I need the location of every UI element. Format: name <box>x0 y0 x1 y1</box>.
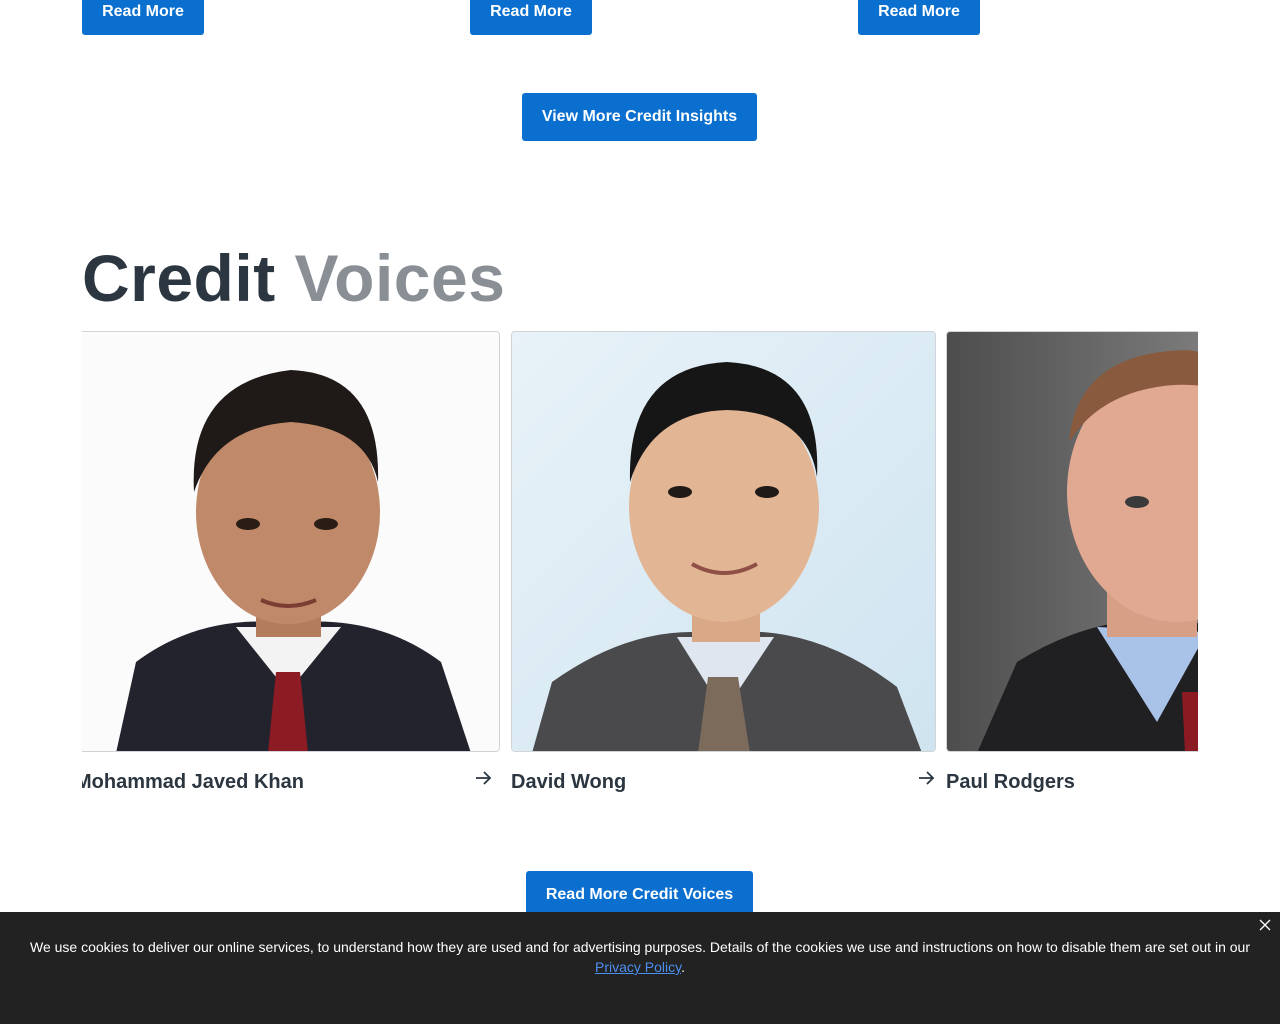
read-more-button[interactable]: Read More <box>82 0 204 35</box>
portrait-image <box>947 332 1198 751</box>
portrait-image <box>82 332 499 751</box>
person-photo[interactable] <box>511 331 936 752</box>
person-name[interactable]: Mohammad Javed Khan <box>82 771 304 794</box>
page: Read More Read More Read More View More … <box>0 0 1280 1024</box>
person-name[interactable]: David Wong <box>511 771 626 794</box>
cookie-message-suffix: . <box>681 959 685 975</box>
portrait-image <box>512 332 935 751</box>
read-more-button[interactable]: Read More <box>470 0 592 35</box>
section-title: Credit Voices <box>82 240 505 316</box>
section-title-part2: Voices <box>294 241 506 315</box>
privacy-policy-link[interactable]: Privacy Policy <box>595 959 681 975</box>
cookie-message-text: We use cookies to deliver our online ser… <box>30 939 1250 955</box>
section-title-part1: Credit <box>82 241 276 315</box>
cookie-banner: We use cookies to deliver our online ser… <box>0 912 1280 1024</box>
voice-card[interactable]: David Wong <box>511 330 936 810</box>
arrow-right-icon[interactable] <box>473 768 493 788</box>
person-name[interactable]: Paul Rodgers <box>946 771 1075 794</box>
voice-card[interactable]: Paul Rodgers <box>946 330 1198 810</box>
view-more-credit-insights-button[interactable]: View More Credit Insights <box>522 93 757 141</box>
credit-voices-carousel[interactable]: Mohammad Javed Khan David Wong Paul Rodg… <box>82 330 1198 810</box>
cookie-message: We use cookies to deliver our online ser… <box>30 937 1250 977</box>
voice-card[interactable]: Mohammad Javed Khan <box>82 330 500 810</box>
person-photo[interactable] <box>946 331 1198 752</box>
arrow-right-icon[interactable] <box>916 768 936 788</box>
read-more-button[interactable]: Read More <box>858 0 980 35</box>
close-icon[interactable] <box>1258 918 1272 932</box>
person-photo[interactable] <box>82 331 500 752</box>
